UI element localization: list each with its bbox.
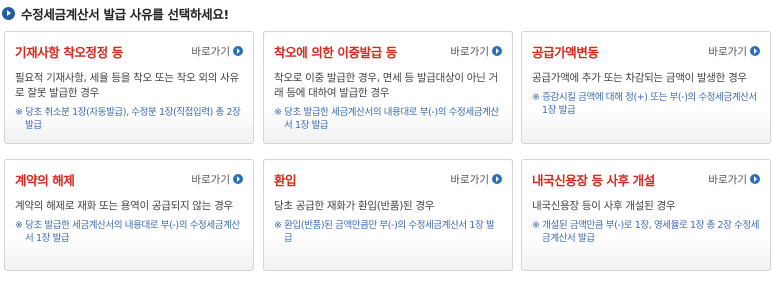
reason-card-correction[interactable]: 기재사항 착오정정 등 바로가기 필요적 기재사항, 세율 등을 착오 또는 착… [4,31,254,144]
section-title: 수정세금계산서 발급 사유를 선택하세요! [21,6,229,22]
card-title: 계약의 해제 [15,172,75,188]
card-description: 착오로 이중 발급한 경우, 면세 등 발급대상이 아닌 거래 등에 대하여 발… [274,72,498,99]
arrow-circle-icon [750,46,760,56]
arrow-circle-icon [233,46,243,56]
shortcut-label: 바로가기 [191,45,230,58]
card-title: 기재사항 착오정정 등 [15,44,123,60]
card-description: 계약의 해제로 재화 또는 용역이 공급되지 않는 경우 [15,200,233,212]
arrow-circle-icon [233,174,243,184]
shortcut-link[interactable]: 바로가기 [450,172,502,187]
reason-card-contract-cancel[interactable]: 계약의 해제 바로가기 계약의 해제로 재화 또는 용역이 공급되지 않는 경우… [4,159,254,271]
card-title: 착오에 의한 이중발급 등 [274,44,397,60]
reason-card-duplicate[interactable]: 착오에 의한 이중발급 등 바로가기 착오로 이중 발급한 경우, 면세 등 발… [263,31,513,144]
card-note: ※ 당초 발급한 세금계산서의 내용대로 부(-)의 수정세금계산서 1장 발급 [274,107,499,131]
shortcut-label: 바로가기 [708,173,747,186]
card-title: 환입 [274,172,297,188]
card-description: 내국신용장 등이 사후 개설된 경우 [532,200,676,212]
shortcut-link[interactable]: 바로가기 [191,44,243,59]
shortcut-link[interactable]: 바로가기 [450,44,502,59]
reason-card-supply-change[interactable]: 공급가액변동 바로가기 공급가액에 추가 또는 차감되는 금액이 발생한 경우 … [521,31,771,144]
card-note: ※ 개설된 금액만큼 부(-)로 1장, 영세율로 1장 총 2장 수정세금계산… [532,220,760,244]
card-description: 공급가액에 추가 또는 차감되는 금액이 발생한 경우 [532,72,747,84]
shortcut-label: 바로가기 [450,173,489,186]
shortcut-label: 바로가기 [450,45,489,58]
card-description: 당초 공급한 재화가 환입(반품)된 경우 [274,200,435,212]
shortcut-link[interactable]: 바로가기 [191,172,243,187]
card-title: 공급가액변동 [532,44,599,60]
shortcut-link[interactable]: 바로가기 [708,172,760,187]
shortcut-label: 바로가기 [708,45,747,58]
card-note: ※ 당초 발급한 세금계산서의 내용대로 부(-)의 수정세금계산서 1장 발급 [15,220,240,244]
card-note: ※ 증감시킬 금액에 대해 정(+) 또는 부(-)의 수정세금계산서 1장 발… [532,92,757,116]
shortcut-link[interactable]: 바로가기 [708,44,760,59]
reason-card-return[interactable]: 환입 바로가기 당초 공급한 재화가 환입(반품)된 경우 ※ 환입(반품)된 … [263,159,513,271]
arrow-circle-icon [492,46,502,56]
reason-card-local-lc[interactable]: 내국신용장 등 사후 개설 바로가기 내국신용장 등이 사후 개설된 경우 ※ … [521,159,771,271]
card-title: 내국신용장 등 사후 개설 [532,172,655,188]
section-header: 수정세금계산서 발급 사유를 선택하세요! [2,4,229,22]
card-note: ※ 환입(반품)된 금액만큼만 부(-)의 수정세금계산서 1장 발급 [274,220,495,244]
shortcut-label: 바로가기 [191,173,230,186]
card-description: 필요적 기재사항, 세율 등을 착오 또는 착오 외의 사유로 잘못 발급한 경… [15,72,239,99]
arrow-circle-icon [492,174,502,184]
arrow-circle-icon [750,174,760,184]
arrow-circle-icon [2,6,15,20]
card-note: ※ 당초 취소분 1장(자동발급), 수정분 1장(직접입력) 총 2장 발급 [15,107,241,131]
